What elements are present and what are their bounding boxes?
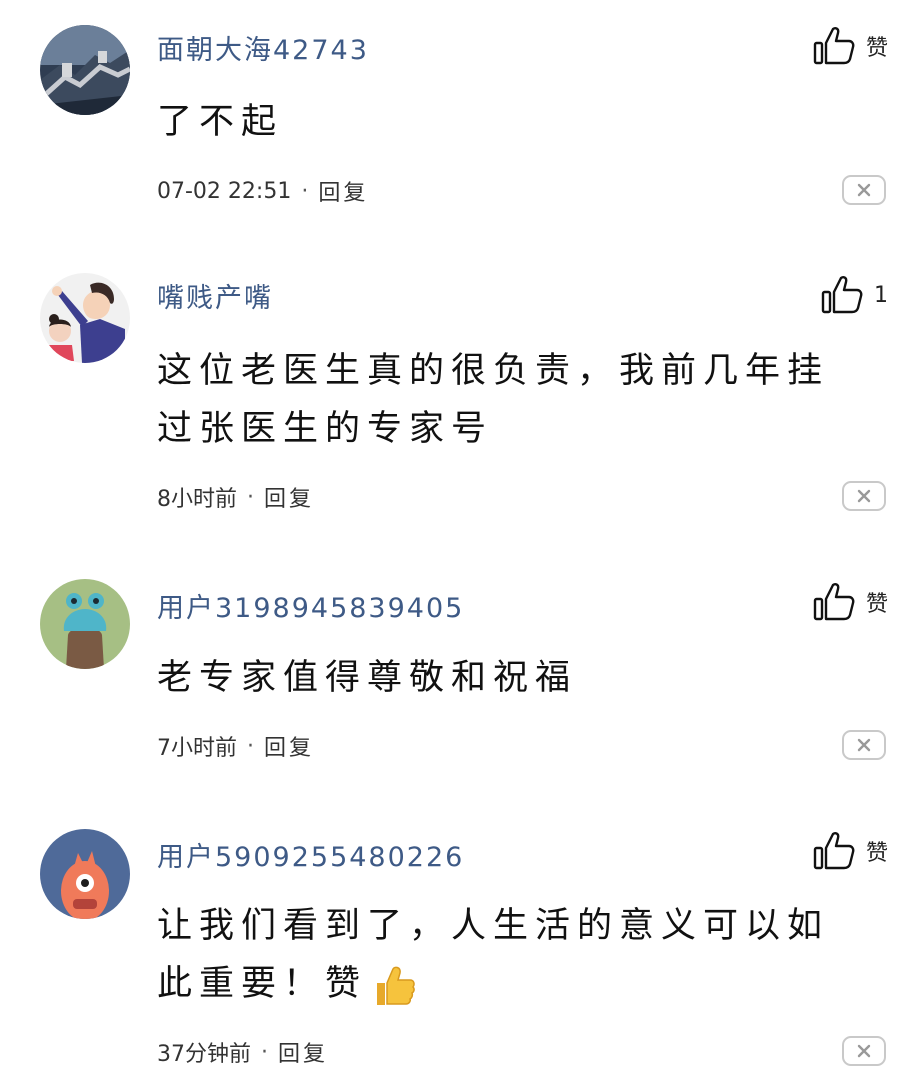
- thumbs-up-icon: [813, 27, 855, 65]
- great-wall-avatar-icon: [40, 25, 130, 115]
- timestamp: 7小时前: [157, 736, 237, 761]
- like-button[interactable]: 赞: [812, 829, 888, 873]
- reply-link[interactable]: 回复: [318, 175, 368, 207]
- timestamp: 8小时前: [157, 487, 237, 512]
- meta-separator: ·: [261, 1039, 268, 1065]
- comment-meta: 07-02 22:51 · 回复: [157, 175, 368, 207]
- comment-text-body: 让我们看到了，人生活的意义可以如此重要！赞: [157, 906, 830, 1004]
- cartoon-monster-avatar-icon: [40, 829, 130, 919]
- like-label: 赞: [865, 592, 888, 617]
- thumbs-up-emoji-icon: [377, 966, 415, 1005]
- comment-meta: 37分钟前 · 回复: [157, 1036, 328, 1068]
- avatar[interactable]: [40, 25, 130, 115]
- like-label: 赞: [865, 841, 888, 866]
- timestamp: 37分钟前: [157, 1042, 251, 1067]
- dismiss-button[interactable]: [842, 730, 886, 760]
- like-button[interactable]: 赞: [812, 580, 888, 624]
- like-button[interactable]: 1: [820, 273, 888, 317]
- reply-link[interactable]: 回复: [264, 481, 314, 513]
- meta-separator: ·: [247, 733, 254, 759]
- avatar[interactable]: [40, 273, 130, 363]
- close-icon: [857, 738, 871, 752]
- mother-child-avatar-icon: [40, 273, 130, 363]
- thumbs-up-icon: [821, 276, 863, 314]
- comment-text: 了不起: [157, 102, 284, 142]
- thumbs-up-icon: [813, 583, 855, 621]
- avatar[interactable]: [40, 579, 130, 669]
- username[interactable]: 用户3198945839405: [157, 586, 464, 625]
- reply-link[interactable]: 回复: [264, 730, 314, 762]
- thumbs-up-icon: [813, 832, 855, 870]
- reply-link[interactable]: 回复: [278, 1036, 328, 1068]
- comment-meta: 7小时前 · 回复: [157, 730, 314, 762]
- close-icon: [857, 183, 871, 197]
- comment-text: 让我们看到了，人生活的意义可以如此重要！赞: [157, 897, 867, 1013]
- meta-separator: ·: [301, 178, 309, 204]
- close-icon: [857, 1044, 871, 1058]
- like-button[interactable]: 赞: [812, 24, 888, 68]
- dismiss-button[interactable]: [842, 1036, 886, 1066]
- close-icon: [857, 489, 871, 503]
- dismiss-button[interactable]: [842, 175, 886, 205]
- cartoon-creature-avatar-icon: [40, 579, 130, 669]
- username[interactable]: 用户5909255480226: [157, 835, 464, 874]
- username[interactable]: 面朝大海42743: [157, 28, 369, 67]
- comment-text: 老专家值得尊敬和祝福: [157, 658, 578, 698]
- username[interactable]: 嘴贱产嘴: [157, 276, 273, 315]
- dismiss-button[interactable]: [842, 481, 886, 511]
- like-count: 1: [874, 282, 888, 308]
- comment-meta: 8小时前 · 回复: [157, 481, 314, 513]
- meta-separator: ·: [247, 484, 254, 510]
- timestamp: 07-02 22:51: [157, 178, 292, 204]
- comment-text: 这位老医生真的很负责，我前几年挂过张医生的专家号: [157, 351, 830, 449]
- avatar[interactable]: [40, 829, 130, 919]
- like-label: 赞: [865, 36, 888, 61]
